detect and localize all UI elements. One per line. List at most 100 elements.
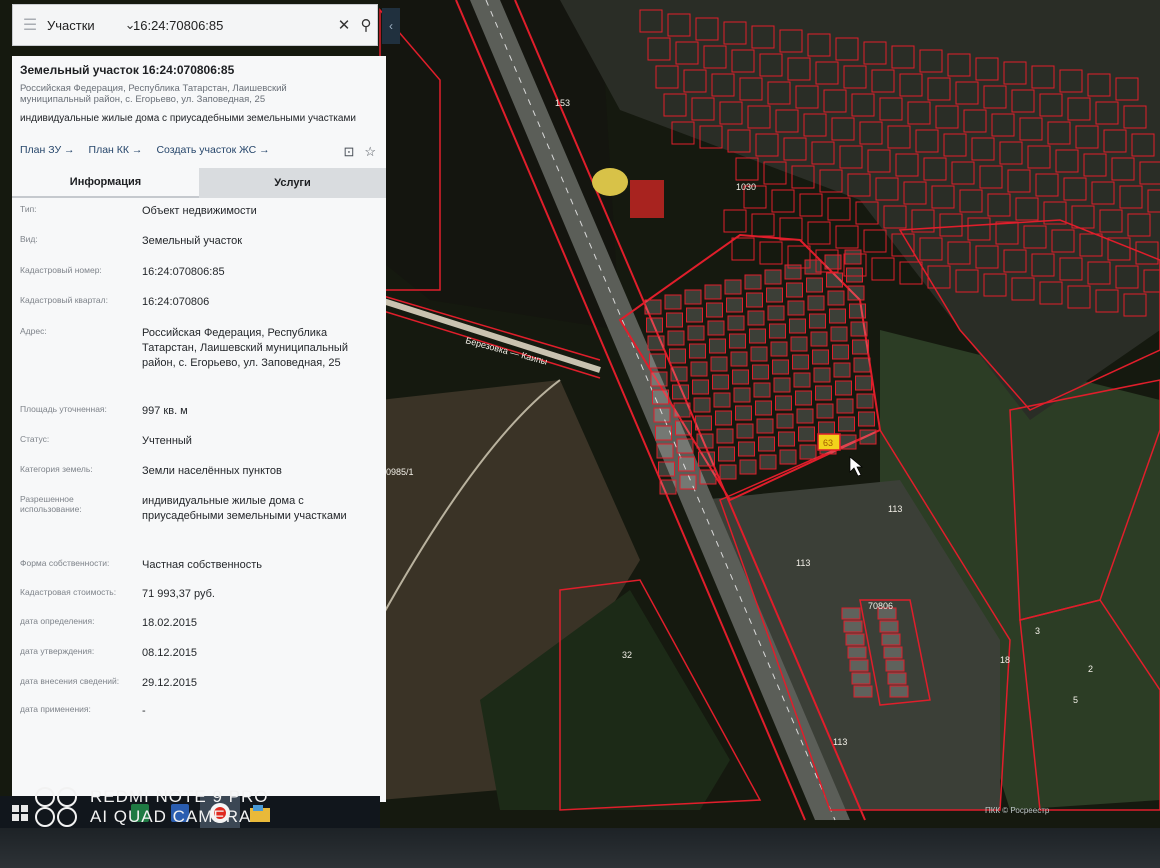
parcel-cell[interactable] (684, 289, 702, 305)
parcel-cell[interactable] (670, 366, 688, 382)
search-input[interactable] (127, 17, 333, 33)
parcel-cell[interactable] (887, 672, 907, 685)
parcel-cell[interactable] (844, 249, 862, 265)
parcel-cell[interactable] (755, 400, 772, 416)
parcel-cell[interactable] (675, 420, 692, 436)
parcel-cell[interactable] (747, 310, 765, 326)
parcel-cell[interactable] (727, 315, 745, 331)
parcel-cell[interactable] (773, 377, 791, 393)
parcel-cell[interactable] (692, 379, 709, 395)
parcel-cell[interactable] (792, 354, 809, 370)
parcel-cell[interactable] (746, 292, 763, 308)
parcel-cell[interactable] (786, 282, 803, 298)
parcel-cell[interactable] (698, 451, 715, 467)
parcel-cell[interactable] (647, 335, 665, 351)
parcel-cell[interactable] (778, 431, 795, 447)
parcel-cell[interactable] (775, 395, 792, 411)
parcel-cell[interactable] (790, 336, 808, 352)
parcel-cell[interactable] (715, 410, 732, 426)
parcel-cell[interactable] (655, 425, 672, 441)
parcel-cell[interactable] (849, 303, 866, 319)
parcel-cell[interactable] (796, 408, 814, 424)
parcel-cell[interactable] (829, 308, 846, 324)
parcel-cell[interactable] (883, 646, 903, 659)
parcel-cell[interactable] (724, 279, 742, 295)
parcel-cell[interactable] (889, 685, 909, 698)
parcel-cell[interactable] (851, 672, 871, 685)
parcel-cell[interactable] (853, 357, 871, 373)
parcel-cell[interactable] (838, 416, 855, 432)
parcel-cell[interactable] (813, 367, 831, 383)
parcel-cell[interactable] (652, 389, 669, 405)
parcel-cell[interactable] (776, 413, 794, 429)
parcel-cell[interactable] (672, 384, 689, 400)
create-parcel-link[interactable]: Создать участок ЖС → (156, 144, 269, 156)
parcel-cell[interactable] (699, 469, 717, 485)
parcel-cell[interactable] (729, 333, 746, 349)
parcel-cell[interactable] (712, 374, 729, 390)
parcel-cell[interactable] (649, 353, 666, 369)
parcel-cell[interactable] (795, 390, 812, 406)
parcel-cell[interactable] (650, 371, 668, 387)
parcel-cell[interactable] (653, 407, 671, 423)
parcel-cell[interactable] (766, 287, 783, 303)
parcel-cell[interactable] (827, 290, 845, 306)
parcel-cell[interactable] (676, 438, 694, 454)
parcel-cell[interactable] (799, 444, 817, 460)
parcel-cell[interactable] (733, 387, 751, 403)
collapse-panel-button[interactable]: ‹ (382, 8, 400, 44)
parcel-cell[interactable] (879, 620, 899, 633)
parcel-cell[interactable] (789, 318, 806, 334)
parcel-cell[interactable] (849, 659, 869, 672)
parcel-cell[interactable] (687, 325, 705, 341)
parcel-cell[interactable] (758, 436, 775, 452)
zoom-to-icon[interactable]: ⊡ (343, 144, 354, 160)
parcel-cell[interactable] (709, 338, 726, 354)
parcel-cell[interactable] (707, 320, 725, 336)
parcel-cell[interactable] (726, 297, 743, 313)
parcel-cell[interactable] (679, 474, 697, 490)
parcel-cell[interactable] (767, 305, 785, 321)
parcel-cell[interactable] (846, 267, 863, 283)
parcel-cell[interactable] (812, 349, 829, 365)
parcel-cell[interactable] (809, 313, 826, 329)
parcel-cell[interactable] (693, 397, 711, 413)
parcel-cell[interactable] (659, 479, 677, 495)
parcel-cell[interactable] (764, 269, 782, 285)
search-icon[interactable]: ⚲ (355, 5, 377, 45)
parcel-cell[interactable] (858, 411, 875, 427)
parcel-cell[interactable] (718, 446, 735, 462)
parcel-cell[interactable] (881, 633, 901, 646)
parcel-cell[interactable] (696, 433, 714, 449)
parcel-cell[interactable] (753, 382, 771, 398)
parcel-cell[interactable] (739, 459, 757, 475)
parcel-cell[interactable] (793, 372, 811, 388)
parcel-cell[interactable] (736, 423, 754, 439)
parcel-cell[interactable] (859, 429, 877, 445)
parcel-cell[interactable] (690, 361, 708, 377)
parcel-cell[interactable] (706, 302, 723, 318)
parcel-cell[interactable] (856, 393, 874, 409)
parcel-cell[interactable] (750, 346, 768, 362)
star-icon[interactable]: ☆ (364, 144, 376, 160)
parcel-cell[interactable] (704, 284, 722, 300)
parcel-cell[interactable] (667, 330, 685, 346)
parcel-cell[interactable] (716, 428, 734, 444)
parcel-cell[interactable] (730, 351, 748, 367)
parcel-cell[interactable] (713, 392, 731, 408)
parcel-cell[interactable] (824, 254, 842, 270)
parcel-cell[interactable] (855, 375, 872, 391)
parcel-cell[interactable] (836, 398, 854, 414)
parcel-cell[interactable] (749, 328, 766, 344)
parcel-cell[interactable] (759, 454, 777, 470)
parcel-cell[interactable] (835, 380, 852, 396)
parcel-cell[interactable] (815, 385, 832, 401)
close-icon[interactable]: ✕ (333, 5, 355, 45)
parcel-cell[interactable] (847, 285, 865, 301)
parcel-cell[interactable] (752, 364, 769, 380)
parcel-cell[interactable] (644, 299, 662, 315)
parcel-cell[interactable] (772, 359, 789, 375)
parcel-cell[interactable] (756, 418, 774, 434)
parcel-cell[interactable] (719, 464, 737, 480)
parcel-cell[interactable] (841, 607, 861, 620)
